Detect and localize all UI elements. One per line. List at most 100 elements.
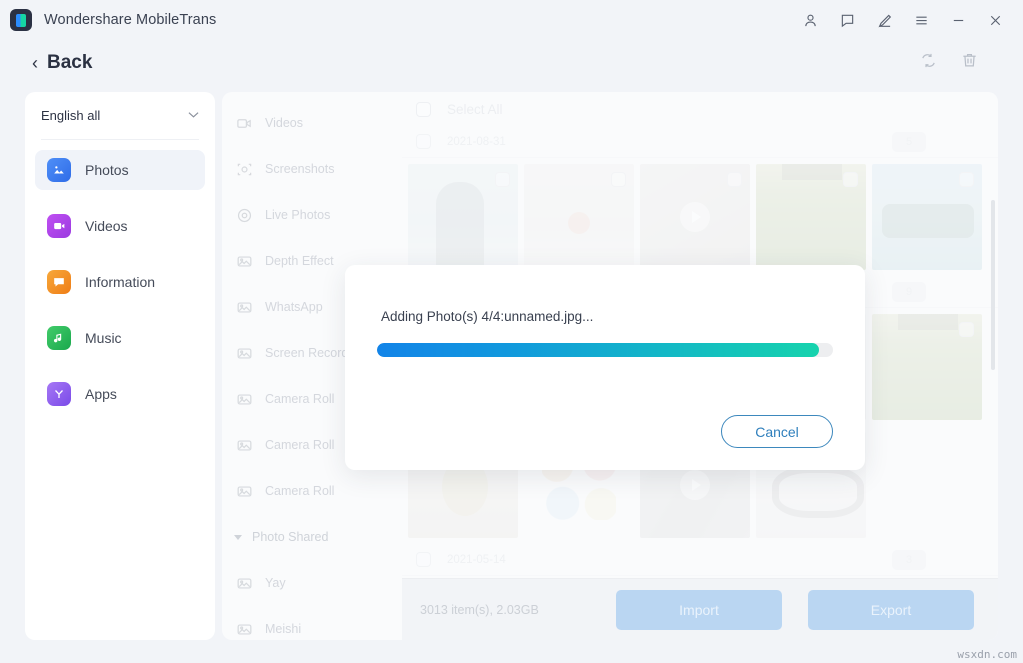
thumbnail-item[interactable] — [872, 164, 982, 270]
chevron-left-icon: ‹ — [32, 52, 38, 73]
date-label: 2021-05-14 — [447, 553, 506, 566]
sidebar-item-photos[interactable]: Photos — [35, 150, 205, 190]
category-item-yay[interactable]: Yay — [222, 560, 402, 606]
category-label: Camera Roll — [265, 392, 335, 406]
watermark: wsxdn.com — [957, 648, 1017, 661]
header-tools — [919, 51, 1023, 75]
category-item-videos[interactable]: Videos — [222, 100, 402, 146]
sidebar-item-label: Apps — [85, 386, 117, 402]
category-label: Videos — [265, 116, 303, 130]
thumbnail-checkbox[interactable] — [611, 172, 626, 187]
photo-icon — [236, 299, 253, 316]
sidebar-item-label: Music — [85, 330, 122, 346]
sidebar-nav: Photos Videos Information Music Apps — [25, 140, 215, 414]
category-label: Screenshots — [265, 162, 335, 176]
triangle-down-icon — [234, 534, 242, 540]
bottom-action-bar: 3013 item(s), 2.03GB Import Export — [402, 578, 998, 640]
refresh-icon[interactable] — [919, 51, 938, 75]
thumbnail-checkbox[interactable] — [727, 172, 742, 187]
category-group-photo-shared[interactable]: Photo Shared — [222, 514, 402, 560]
edit-icon[interactable] — [868, 6, 900, 34]
thumbnail-checkbox[interactable] — [959, 322, 974, 337]
thumbnail-checkbox[interactable] — [959, 172, 974, 187]
date-count-badge: 3 — [892, 549, 926, 570]
live-photo-icon — [236, 207, 253, 224]
category-group-label: Photo Shared — [252, 530, 329, 544]
date-group-header[interactable]: 2021-05-14 3 — [402, 544, 998, 576]
play-icon — [680, 202, 710, 232]
date-group-header[interactable]: 2021-08-31 5 — [402, 126, 998, 158]
thumbnail-item[interactable] — [872, 314, 982, 420]
progress-bar-fill — [377, 343, 820, 357]
sidebar-item-apps[interactable]: Apps — [35, 374, 205, 414]
photo-icon — [236, 345, 253, 362]
category-item-meishi[interactable]: Meishi — [222, 606, 402, 640]
title-bar: Wondershare MobileTrans — [0, 0, 1023, 40]
window-controls — [794, 6, 1023, 34]
category-item-screenshots[interactable]: Screenshots — [222, 146, 402, 192]
progress-dialog: Adding Photo(s) 4/4:unnamed.jpg... Cance… — [345, 265, 865, 470]
sidebar-item-information[interactable]: Information — [35, 262, 205, 302]
category-label: WhatsApp — [265, 300, 323, 314]
category-label: Depth Effect — [265, 254, 334, 268]
photo-icon — [236, 437, 253, 454]
select-all-checkbox[interactable] — [416, 101, 431, 117]
thumbnail-checkbox[interactable] — [843, 172, 858, 187]
back-button[interactable]: ‹ Back — [32, 52, 92, 74]
photo-icon — [236, 483, 253, 500]
thumbnail-item-video[interactable] — [640, 164, 750, 270]
app-logo-icon — [10, 9, 32, 31]
photo-icon — [236, 621, 253, 638]
select-all-row[interactable]: Select All — [402, 92, 998, 126]
import-button[interactable]: Import — [616, 589, 782, 630]
chevron-down-icon — [188, 110, 199, 122]
date-count-badge: 9 — [892, 281, 926, 302]
music-icon — [47, 326, 71, 350]
progress-bar-track — [377, 343, 833, 357]
sidebar-item-music[interactable]: Music — [35, 318, 205, 358]
account-icon[interactable] — [794, 6, 826, 34]
action-buttons: Import Export — [616, 589, 998, 630]
header-bar: ‹ Back — [0, 40, 1023, 85]
category-item-live-photos[interactable]: Live Photos — [222, 192, 402, 238]
thumbnail-item[interactable] — [756, 164, 866, 270]
category-label: Meishi — [265, 622, 302, 636]
date-label: 2021-08-31 — [447, 135, 506, 148]
close-icon[interactable] — [979, 6, 1011, 34]
trash-icon[interactable] — [960, 51, 979, 75]
date-count-badge: 5 — [892, 131, 926, 152]
date-group-checkbox[interactable] — [416, 134, 431, 149]
information-icon — [47, 270, 71, 294]
language-label: English all — [41, 108, 101, 123]
back-label: Back — [47, 51, 93, 73]
thumbnail-checkbox[interactable] — [495, 172, 510, 187]
sidebar: English all Photos Videos Information Mu… — [25, 92, 215, 640]
grid-scrollbar[interactable] — [991, 200, 995, 370]
video-camera-icon — [236, 115, 253, 132]
photo-icon — [236, 253, 253, 270]
minimize-icon[interactable] — [942, 6, 974, 34]
sidebar-item-videos[interactable]: Videos — [35, 206, 205, 246]
menu-icon[interactable] — [905, 6, 937, 34]
sidebar-item-label: Videos — [85, 218, 128, 234]
category-item-camera-roll-3[interactable]: Camera Roll — [222, 468, 402, 514]
export-button[interactable]: Export — [808, 589, 974, 630]
sidebar-item-label: Information — [85, 274, 156, 290]
item-stats-label: 3013 item(s), 2.03GB — [420, 602, 539, 617]
category-label: Yay — [265, 576, 286, 590]
category-label: Live Photos — [265, 208, 331, 222]
photo-icon — [236, 575, 253, 592]
screenshot-icon — [236, 161, 253, 178]
thumbnail-item[interactable] — [524, 164, 634, 270]
photo-icon — [236, 391, 253, 408]
progress-message: Adding Photo(s) 4/4:unnamed.jpg... — [381, 309, 594, 324]
date-group-checkbox[interactable] — [416, 552, 431, 567]
app-window: Wondershare MobileTrans ‹ Back English a… — [0, 0, 1023, 663]
play-icon — [680, 470, 710, 500]
language-select[interactable]: English all — [41, 92, 199, 140]
category-label: Camera Roll — [265, 484, 335, 498]
feedback-icon[interactable] — [831, 6, 863, 34]
app-title: Wondershare MobileTrans — [44, 12, 217, 28]
cancel-button[interactable]: Cancel — [721, 415, 833, 448]
thumbnail-item[interactable] — [408, 164, 518, 270]
